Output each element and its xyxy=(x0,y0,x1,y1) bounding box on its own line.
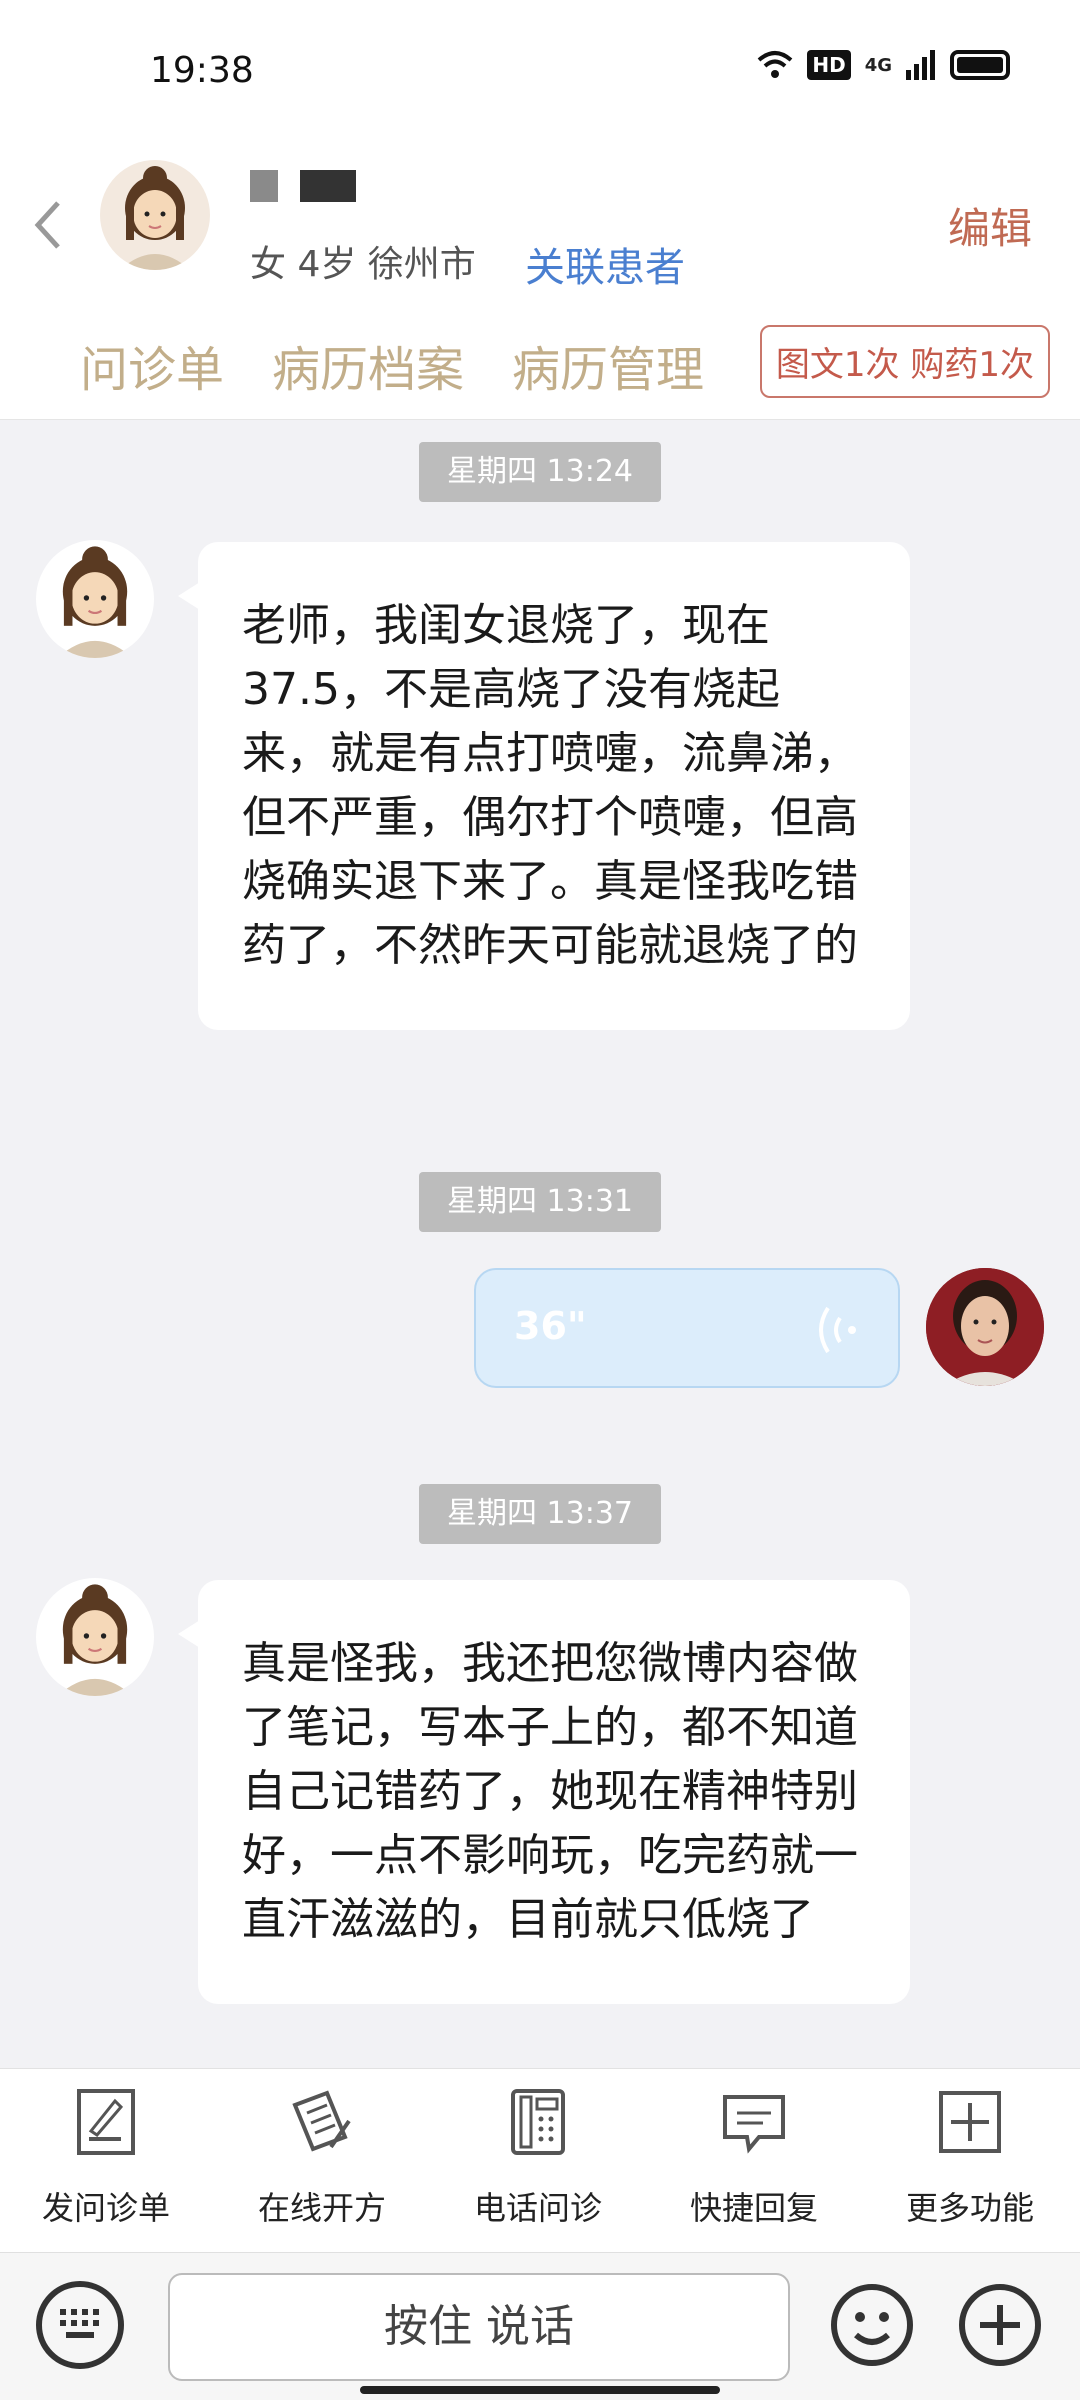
girl-avatar-icon xyxy=(57,546,133,658)
tool-label: 发问诊单 xyxy=(41,2189,170,2227)
tool-label: 电话问诊 xyxy=(473,2189,602,2227)
girl-avatar-icon xyxy=(57,1584,133,1696)
doctor-photo-icon xyxy=(926,1268,1044,1386)
patient-name-redacted xyxy=(250,170,356,202)
patient-header: 女 4岁 徐州市 关联患者 编辑 问诊单 病历档案 病历管理 图文1次 购药1次 xyxy=(0,140,1080,420)
send-consultation-form-button[interactable]: 发问诊单 xyxy=(6,2087,206,2229)
tool-label: 在线开方 xyxy=(257,2189,386,2227)
hd-badge: HD xyxy=(807,50,851,80)
signal-icon xyxy=(906,50,935,80)
home-indicator xyxy=(360,2386,720,2394)
patient-message-bubble[interactable]: 老师，我闺女退烧了，现在37.5，不是高烧了没有烧起来，就是有点打喷嚏，流鼻涕，… xyxy=(178,542,910,1030)
phone-consultation-button[interactable]: 电话问诊 xyxy=(438,2087,638,2229)
status-icons: HD 4G xyxy=(757,50,1010,80)
message-timestamp: 星期四 13:31 xyxy=(419,1172,661,1232)
emoji-icon[interactable] xyxy=(828,2281,916,2369)
voice-wave-icon xyxy=(819,1306,856,1354)
status-bar: 19:38 HD 4G xyxy=(0,0,1080,140)
header-tabs: 问诊单 病历档案 病历管理 xyxy=(80,330,704,400)
wifi-icon xyxy=(758,51,793,78)
patient-chat-avatar[interactable] xyxy=(36,1578,154,1696)
status-time: 19:38 xyxy=(150,50,254,91)
tab-medical-records[interactable]: 病历档案 xyxy=(272,330,464,400)
girl-avatar-icon xyxy=(120,166,190,270)
tool-label: 快捷回复 xyxy=(689,2189,818,2227)
message-timestamp: 星期四 13:37 xyxy=(419,1484,661,1544)
edit-button[interactable]: 编辑 xyxy=(948,195,1032,256)
patient-chat-avatar[interactable] xyxy=(36,540,154,658)
back-icon[interactable] xyxy=(30,195,66,255)
network-label: 4G xyxy=(864,54,892,76)
hold-to-talk-button[interactable]: 按住 说话 xyxy=(168,2273,790,2381)
more-functions-button[interactable]: 更多功能 xyxy=(870,2087,1070,2229)
phone-icon xyxy=(511,2089,565,2155)
tab-record-management[interactable]: 病历管理 xyxy=(512,330,704,400)
message-timestamp: 星期四 13:24 xyxy=(419,442,661,502)
keyboard-icon xyxy=(60,2309,99,2338)
add-attachment-icon[interactable] xyxy=(956,2281,1044,2369)
online-prescription-button[interactable]: 在线开方 xyxy=(222,2087,422,2229)
function-toolbar: 发问诊单 在线开方 电话问诊 快捷回复 更多功能 xyxy=(0,2068,1080,2252)
voice-duration: 36" xyxy=(514,1304,587,1348)
form-pen-icon xyxy=(77,2089,135,2155)
doctor-avatar[interactable] xyxy=(926,1268,1044,1386)
prescription-icon xyxy=(292,2090,351,2152)
patient-message-bubble[interactable]: 真是怪我，我还把您微博内容做了笔记，写本子上的，都不知道自己记错药了，她现在精神… xyxy=(178,1580,910,2004)
patient-avatar[interactable] xyxy=(100,160,210,270)
relate-patient-link[interactable]: 关联患者 xyxy=(525,235,685,293)
battery-icon xyxy=(950,50,1010,80)
tool-label: 更多功能 xyxy=(905,2189,1034,2227)
keyboard-toggle-button[interactable] xyxy=(36,2281,124,2369)
tab-consultation-form[interactable]: 问诊单 xyxy=(80,330,224,400)
voice-message-bubble[interactable]: 36" xyxy=(474,1268,900,1388)
quick-reply-button[interactable]: 快捷回复 xyxy=(654,2087,854,2229)
plus-square-icon xyxy=(939,2091,1001,2153)
input-bar: 按住 说话 xyxy=(0,2252,1080,2400)
patient-info: 女 4岁 徐州市 xyxy=(250,244,476,285)
service-badge[interactable]: 图文1次 购药1次 xyxy=(759,325,1050,398)
chat-bubble-icon xyxy=(723,2095,785,2154)
